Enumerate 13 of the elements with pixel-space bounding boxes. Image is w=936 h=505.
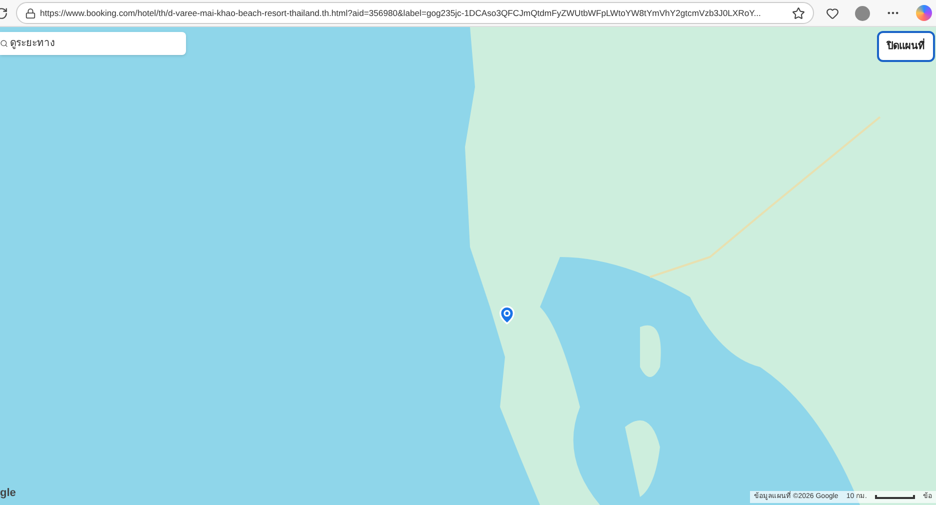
search-icon (0, 39, 8, 48)
star-icon[interactable] (792, 6, 805, 20)
lock-icon (25, 8, 36, 18)
address-bar[interactable]: https://www.booking.com/hotel/th/d-varee-mai-khao-beach-resort-thailand.th.html?aid=356980&label=gog235jc-1DCAso3QFCJmQtdmFyZWUtbWFpLWtoYW8tYmVhY2gtcmVzb3J0LXRoY... (16, 2, 814, 24)
favorites-icon[interactable] (826, 6, 839, 20)
assistant-icon[interactable] (916, 5, 932, 21)
close-map-button[interactable]: ปิดแผนที่ (877, 31, 935, 62)
location-pin-icon[interactable] (497, 303, 517, 327)
scale-bar (875, 495, 915, 499)
url-text: https://www.booking.com/hotel/th/d-varee-mai-khao-beach-resort-thailand.th.html?aid=356980&label=gog235jc-1DCAso3QFCJmQtdmFyZWUtbWFpLWtoYW8tYmVhY2gtcmVzb3J0LXRoY... (40, 6, 761, 20)
search-field[interactable]: ดูระยะทาง (0, 32, 186, 55)
profile-avatar[interactable] (855, 6, 870, 20)
map-logo: gle (0, 486, 16, 500)
